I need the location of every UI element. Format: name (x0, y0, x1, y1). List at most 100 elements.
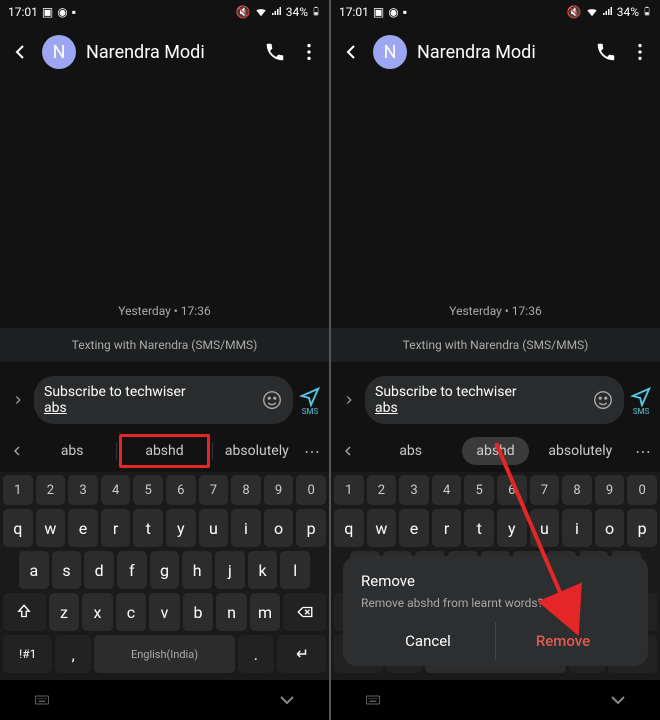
key-e[interactable]: e (399, 509, 429, 547)
key-i[interactable]: i (562, 509, 592, 547)
key-comma[interactable]: , (55, 635, 90, 673)
key-0[interactable]: 0 (296, 475, 326, 505)
key-1[interactable]: 1 (3, 475, 33, 505)
contact-name[interactable]: Narendra Modi (86, 42, 253, 63)
suggestion-more-button[interactable]: ⋯ (301, 440, 323, 462)
message-input[interactable]: Subscribe to techwiser abs (365, 376, 624, 424)
key-z[interactable]: z (49, 593, 80, 631)
key-y[interactable]: y (166, 509, 196, 547)
suggestion-1[interactable]: abs (361, 437, 460, 465)
key-shift[interactable] (3, 593, 46, 631)
dialog-cancel-button[interactable]: Cancel (361, 622, 495, 660)
key-6[interactable]: 6 (166, 475, 196, 505)
suggestion-1[interactable]: abs (30, 437, 114, 465)
call-button[interactable] (263, 40, 287, 64)
hide-keyboard-icon[interactable] (275, 688, 299, 712)
key-3[interactable]: 3 (399, 475, 429, 505)
key-0[interactable]: 0 (627, 475, 657, 505)
key-r[interactable]: r (101, 509, 131, 547)
key-d[interactable]: d (84, 551, 114, 589)
message-input[interactable]: Subscribe to techwiser abs (34, 376, 293, 424)
key-t[interactable]: t (133, 509, 163, 547)
key-period[interactable]: . (238, 635, 273, 673)
suggestion-back-button[interactable] (337, 440, 359, 462)
key-9[interactable]: 9 (264, 475, 294, 505)
call-button[interactable] (594, 40, 618, 64)
suggestion-3[interactable]: absolutely (215, 437, 299, 465)
expand-compose-button[interactable] (8, 393, 28, 407)
conversation-area[interactable]: Yesterday • 17:36 Texting with Narendra … (0, 80, 329, 370)
key-l[interactable]: l (280, 551, 310, 589)
keyboard-switcher-icon[interactable] (30, 688, 54, 712)
key-enter[interactable] (277, 635, 326, 673)
key-v[interactable]: v (149, 593, 180, 631)
key-6[interactable]: 6 (497, 475, 527, 505)
status-check-icon: ▪ (403, 5, 407, 19)
key-a[interactable]: a (19, 551, 49, 589)
key-w[interactable]: w (367, 509, 397, 547)
suggestion-2-highlighted[interactable]: abshd (119, 434, 209, 468)
key-5[interactable]: 5 (464, 475, 494, 505)
key-n[interactable]: n (216, 593, 247, 631)
key-u[interactable]: u (199, 509, 229, 547)
key-m[interactable]: m (250, 593, 281, 631)
send-button[interactable]: SMS (630, 385, 652, 416)
key-i[interactable]: i (231, 509, 261, 547)
key-1[interactable]: 1 (334, 475, 364, 505)
suggestion-more-button[interactable]: ⋯ (632, 440, 654, 462)
send-button[interactable]: SMS (299, 385, 321, 416)
suggestion-2-selected[interactable]: abshd (462, 437, 528, 465)
key-o[interactable]: o (595, 509, 625, 547)
key-p[interactable]: p (296, 509, 326, 547)
key-r[interactable]: r (432, 509, 462, 547)
key-symbols[interactable]: !#1 (3, 635, 52, 673)
key-8[interactable]: 8 (562, 475, 592, 505)
key-u[interactable]: u (530, 509, 560, 547)
dialog-remove-button[interactable]: Remove (496, 622, 630, 660)
key-s[interactable]: s (52, 551, 82, 589)
contact-avatar[interactable]: N (373, 35, 407, 69)
suggestion-back-button[interactable] (6, 440, 28, 462)
emoji-button[interactable] (261, 389, 283, 411)
key-4[interactable]: 4 (101, 475, 131, 505)
key-h[interactable]: h (182, 551, 212, 589)
key-o[interactable]: o (264, 509, 294, 547)
contact-name[interactable]: Narendra Modi (417, 42, 584, 63)
key-backspace[interactable] (283, 593, 326, 631)
key-k[interactable]: k (248, 551, 278, 589)
key-3[interactable]: 3 (68, 475, 98, 505)
key-7[interactable]: 7 (199, 475, 229, 505)
key-5[interactable]: 5 (133, 475, 163, 505)
key-e[interactable]: e (68, 509, 98, 547)
conversation-area[interactable]: Yesterday • 17:36 Texting with Narendra … (331, 80, 660, 370)
more-options-button[interactable] (297, 40, 321, 64)
suggestion-3[interactable]: absolutely (531, 437, 630, 465)
key-p[interactable]: p (627, 509, 657, 547)
key-b[interactable]: b (183, 593, 214, 631)
key-4[interactable]: 4 (432, 475, 462, 505)
key-9[interactable]: 9 (595, 475, 625, 505)
key-q[interactable]: q (334, 509, 364, 547)
key-y[interactable]: y (497, 509, 527, 547)
contact-avatar[interactable]: N (42, 35, 76, 69)
back-button[interactable] (339, 40, 363, 64)
back-button[interactable] (8, 40, 32, 64)
key-2[interactable]: 2 (36, 475, 66, 505)
key-g[interactable]: g (150, 551, 180, 589)
key-8[interactable]: 8 (231, 475, 261, 505)
expand-compose-button[interactable] (339, 393, 359, 407)
key-j[interactable]: j (215, 551, 245, 589)
key-2[interactable]: 2 (367, 475, 397, 505)
keyboard-switcher-icon[interactable] (361, 688, 385, 712)
key-7[interactable]: 7 (530, 475, 560, 505)
key-x[interactable]: x (82, 593, 113, 631)
emoji-button[interactable] (592, 389, 614, 411)
key-c[interactable]: c (116, 593, 147, 631)
key-q[interactable]: q (3, 509, 33, 547)
key-t[interactable]: t (464, 509, 494, 547)
key-f[interactable]: f (117, 551, 147, 589)
more-options-button[interactable] (628, 40, 652, 64)
hide-keyboard-icon[interactable] (606, 688, 630, 712)
key-w[interactable]: w (36, 509, 66, 547)
key-space[interactable]: English(India) (94, 635, 235, 673)
